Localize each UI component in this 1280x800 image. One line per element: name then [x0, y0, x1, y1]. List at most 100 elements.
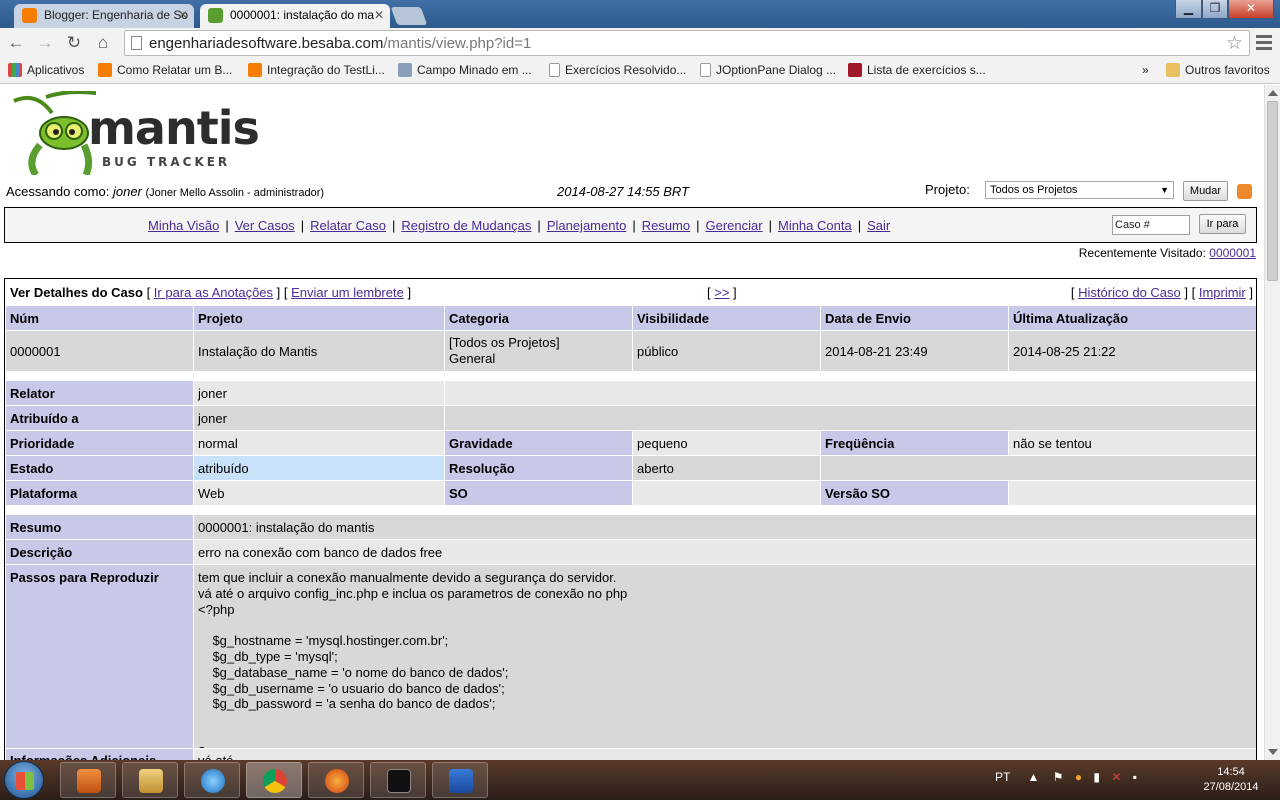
assigned-row: Atribuído a joner — [6, 406, 1256, 430]
page-icon — [700, 63, 711, 77]
field-label: SO — [445, 481, 632, 505]
bookmark-item[interactable]: Integração do TestLi... — [248, 63, 385, 77]
page-scrollbar[interactable] — [1264, 85, 1280, 760]
network-icon[interactable]: ▮ — [1093, 770, 1100, 784]
taskbar-cmd[interactable] — [370, 762, 426, 798]
jump-notes-link[interactable]: Ir para as Anotações — [154, 285, 273, 300]
system-tray: PT ▲ ⚑ ● ▮ ✕ ▪ — [995, 770, 1137, 784]
more-bookmarks[interactable]: » — [1142, 63, 1149, 77]
empty-cell — [821, 456, 1256, 480]
chrome-menu-icon[interactable] — [1254, 32, 1274, 52]
maximize-button[interactable]: ❐ — [1202, 0, 1228, 19]
reporter-value: joner — [194, 381, 444, 405]
user-detail: (Joner Mello Assolin - administrador) — [145, 187, 325, 199]
platform-value: Web — [194, 481, 444, 505]
bookmark-item[interactable]: Campo Minado em ... — [398, 63, 532, 77]
issue-id: 0000001 — [6, 331, 193, 371]
bookmark-item[interactable]: JOptionPane Dialog ... — [700, 63, 836, 77]
windows-taskbar: PT ▲ ⚑ ● ▮ ✕ ▪ 14:54 27/08/2014 — [0, 760, 1280, 800]
header-cell: Data de Envio — [821, 306, 1008, 330]
bookmark-item[interactable]: Exercícios Resolvido... — [549, 63, 686, 77]
recently-visited: Recentemente Visitado: 0000001 — [1078, 246, 1256, 260]
next-issue-link[interactable]: >> — [714, 285, 729, 300]
field-label: Gravidade — [445, 431, 632, 455]
new-tab-button[interactable] — [390, 7, 428, 25]
tray-arrow-icon[interactable]: ▲ — [1027, 770, 1039, 784]
language-indicator[interactable]: PT — [995, 770, 1010, 784]
menu-changelog[interactable]: Registro de Mudanças — [401, 218, 531, 233]
scroll-thumb[interactable] — [1267, 101, 1278, 281]
close-tab-icon[interactable]: ✕ — [178, 4, 188, 26]
taskbar-chrome[interactable] — [246, 762, 302, 798]
tab-blogger[interactable]: Blogger: Engenharia de So ✕ — [14, 4, 194, 28]
scroll-down-icon[interactable] — [1268, 749, 1278, 755]
image-icon — [398, 63, 412, 77]
issue-history-link[interactable]: Histórico do Caso — [1078, 285, 1181, 300]
bookmark-item[interactable]: Lista de exercícios s... — [848, 63, 986, 77]
tray-app-icon[interactable]: ● — [1075, 770, 1082, 784]
field-label: Passos para Reproduzir — [6, 565, 193, 748]
menu-logout[interactable]: Sair — [867, 218, 890, 233]
bookmark-apps[interactable]: Aplicativos — [8, 63, 84, 77]
close-window-button[interactable]: ✕ — [1228, 0, 1274, 19]
assigned-value: joner — [194, 406, 444, 430]
project-select[interactable]: Todos os Projetos ▼ — [985, 181, 1174, 199]
taskbar-explorer[interactable] — [122, 762, 178, 798]
flag-icon[interactable]: ⚑ — [1053, 770, 1064, 784]
severity-value: pequeno — [633, 431, 820, 455]
power-icon[interactable]: ▪ — [1133, 770, 1137, 784]
case-number-input[interactable]: Caso # — [1112, 215, 1190, 235]
mantis-logo[interactable]: mantis BUG TRACKER — [6, 91, 260, 175]
volume-muted-icon[interactable]: ✕ — [1111, 770, 1121, 784]
issue-category: [Todos os Projetos] General — [445, 331, 632, 371]
menu-view-issues[interactable]: Ver Casos — [235, 218, 295, 233]
taskbar-media-player[interactable] — [60, 762, 116, 798]
menu-my-view[interactable]: Minha Visão — [148, 218, 219, 233]
menu-roadmap[interactable]: Planejamento — [547, 218, 627, 233]
tab-mantis[interactable]: 0000001: instalação do ma ✕ — [200, 4, 390, 28]
forward-icon[interactable]: → — [34, 32, 56, 54]
change-project-button[interactable]: Mudar — [1183, 181, 1228, 201]
main-menu: Minha Visão | Ver Casos | Relatar Caso | Regis… — [4, 207, 1257, 243]
recent-issue-link[interactable]: 0000001 — [1209, 246, 1256, 260]
logo-wordmark: mantis — [88, 101, 260, 155]
username: joner — [112, 184, 142, 199]
back-icon[interactable]: ← — [5, 32, 27, 54]
steps-row: Passos para Reproduzir tem que incluir a… — [6, 565, 1256, 748]
send-reminder-link[interactable]: Enviar um lembrete — [291, 285, 404, 300]
blogger-icon — [22, 8, 37, 23]
taskbar-ie[interactable] — [184, 762, 240, 798]
priority-value: normal — [194, 431, 444, 455]
taskbar-word[interactable] — [432, 762, 488, 798]
description-value: erro na conexão com banco de dados free — [194, 540, 1256, 564]
field-label: Estado — [6, 456, 193, 480]
taskbar-firefox[interactable] — [308, 762, 364, 798]
blogger-icon — [98, 63, 112, 77]
other-bookmarks[interactable]: Outros favoritos — [1166, 63, 1270, 77]
media-player-icon — [77, 769, 101, 793]
resolution-value: aberto — [633, 456, 820, 480]
close-tab-icon[interactable]: ✕ — [374, 4, 384, 26]
minimize-button[interactable]: ▁ — [1175, 0, 1202, 19]
print-link[interactable]: Imprimir — [1199, 285, 1246, 300]
status-value: atribuído — [194, 456, 444, 480]
address-bar[interactable]: engenhariadesoftware.besaba.com/mantis/v… — [124, 30, 1250, 56]
bookmark-item[interactable]: Como Relatar um B... — [98, 63, 232, 77]
menu-summary[interactable]: Resumo — [642, 218, 690, 233]
start-button[interactable] — [4, 761, 44, 799]
menu-manage[interactable]: Gerenciar — [706, 218, 763, 233]
menu-my-account[interactable]: Minha Conta — [778, 218, 852, 233]
clock[interactable]: 14:54 27/08/2014 — [1195, 765, 1267, 795]
home-icon[interactable]: ⌂ — [92, 32, 114, 54]
command-prompt-icon — [387, 769, 411, 793]
issue-visibility: público — [633, 331, 820, 371]
rss-icon[interactable] — [1237, 184, 1252, 199]
internet-explorer-icon — [201, 769, 225, 793]
scroll-up-icon[interactable] — [1268, 90, 1278, 96]
bookmark-star-icon[interactable]: ☆ — [1226, 32, 1243, 55]
goto-case-button[interactable]: Ir para — [1199, 214, 1246, 234]
tab-title: Blogger: Engenharia de So — [44, 8, 189, 22]
folder-icon — [1166, 63, 1180, 77]
menu-report-issue[interactable]: Relatar Caso — [310, 218, 386, 233]
reload-icon[interactable]: ↻ — [63, 32, 85, 54]
